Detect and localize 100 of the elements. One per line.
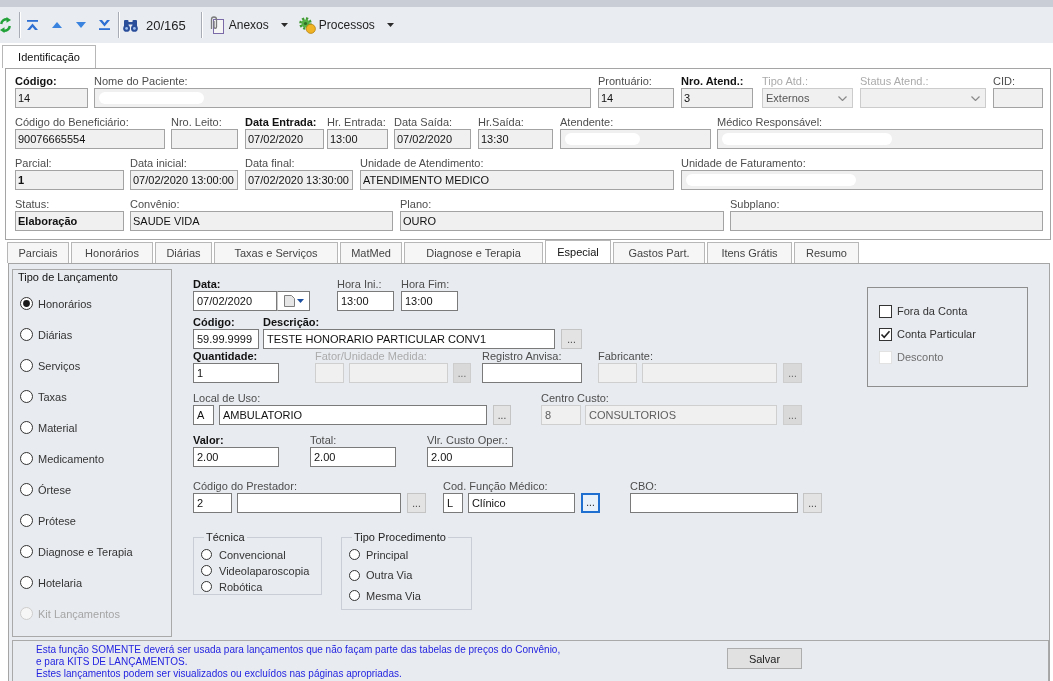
radio-label[interactable]: Convencional bbox=[219, 548, 286, 561]
text-field[interactable]: 13:00 bbox=[337, 291, 394, 311]
tab[interactable]: Itens Grátis bbox=[707, 242, 792, 263]
radio-button[interactable] bbox=[20, 328, 33, 341]
text-field[interactable]: 13:00 bbox=[401, 291, 458, 311]
tab[interactable]: Honorários bbox=[71, 242, 153, 263]
text-field[interactable]: 2.00 bbox=[310, 447, 396, 467]
bar-triangle-up-icon[interactable] bbox=[27, 20, 38, 30]
radio-button[interactable] bbox=[201, 565, 212, 576]
text-field[interactable]: 59.99.9999 bbox=[193, 329, 259, 349]
text-field[interactable] bbox=[717, 129, 1043, 149]
lookup-button[interactable]: ... bbox=[783, 405, 802, 425]
text-field[interactable]: 13:30 bbox=[478, 129, 553, 149]
text-field[interactable]: SAUDE VIDA bbox=[130, 211, 393, 231]
radio-button[interactable] bbox=[20, 421, 33, 434]
text-field[interactable]: 8 bbox=[541, 405, 581, 425]
text-field[interactable]: Elaboração bbox=[15, 211, 124, 231]
checkbox[interactable] bbox=[879, 304, 892, 318]
tab[interactable]: Gastos Part. bbox=[613, 242, 705, 263]
tab[interactable]: Identificação bbox=[2, 45, 96, 68]
tab[interactable]: Diagnose e Terapia bbox=[404, 242, 543, 263]
checkbox-label[interactable]: Conta Particular bbox=[897, 328, 976, 340]
triangle-down-icon[interactable] bbox=[76, 22, 86, 28]
lookup-button[interactable]: ... bbox=[581, 493, 600, 513]
radio-label[interactable]: Honorários bbox=[38, 297, 92, 310]
checkbox-label[interactable]: Fora da Conta bbox=[897, 305, 968, 317]
text-field[interactable]: 1 bbox=[15, 170, 124, 190]
text-field[interactable]: CONSULTORIOS bbox=[585, 405, 777, 425]
radio-button[interactable] bbox=[201, 549, 212, 560]
radio-label[interactable]: Serviços bbox=[38, 359, 81, 372]
radio-label[interactable]: Órtese bbox=[38, 483, 71, 496]
refresh-icon[interactable] bbox=[0, 17, 11, 33]
date-picker-button[interactable] bbox=[277, 291, 310, 311]
text-field[interactable]: 3 bbox=[681, 88, 753, 108]
radio-button[interactable] bbox=[349, 590, 360, 601]
radio-button[interactable] bbox=[20, 545, 33, 558]
triangle-up-icon[interactable] bbox=[52, 22, 62, 28]
save-button[interactable]: Salvar bbox=[727, 648, 802, 669]
text-field[interactable]: 07/02/2020 13:30:00 bbox=[245, 170, 353, 190]
radio-label[interactable]: Videolaparoscopia bbox=[219, 564, 310, 577]
radio-button[interactable] bbox=[20, 390, 33, 403]
binoculars-icon[interactable] bbox=[123, 18, 138, 32]
text-field[interactable]: ATENDIMENTO MEDICO bbox=[360, 170, 674, 190]
radio-button[interactable] bbox=[201, 581, 212, 592]
text-field[interactable]: TESTE HONORARIO PARTICULAR CONV1 bbox=[263, 329, 555, 349]
text-field[interactable]: L bbox=[443, 493, 463, 513]
radio-button[interactable] bbox=[349, 569, 360, 581]
radio-button[interactable] bbox=[20, 359, 33, 372]
text-field[interactable]: 07/02/2020 bbox=[193, 291, 277, 311]
text-field[interactable]: OURO bbox=[400, 211, 724, 231]
text-field[interactable]: 07/02/2020 bbox=[245, 129, 324, 149]
radio-button[interactable] bbox=[20, 514, 33, 527]
tab[interactable]: Resumo bbox=[794, 242, 859, 263]
text-field[interactable]: Clínico bbox=[468, 493, 575, 513]
text-field[interactable]: 90076665554 bbox=[15, 129, 165, 149]
radio-button[interactable] bbox=[20, 576, 33, 589]
text-field[interactable] bbox=[560, 129, 711, 149]
radio-button[interactable] bbox=[20, 483, 33, 496]
text-field[interactable] bbox=[171, 129, 238, 149]
menu-button[interactable]: Processos bbox=[298, 13, 394, 37]
checkbox[interactable] bbox=[879, 327, 892, 341]
tab[interactable]: Diárias bbox=[155, 242, 212, 263]
lookup-button[interactable]: ... bbox=[407, 493, 426, 513]
radio-label[interactable]: Diagnose e Terapia bbox=[38, 545, 133, 558]
radio-label[interactable]: Principal bbox=[366, 548, 409, 561]
text-field[interactable]: 2.00 bbox=[427, 447, 513, 467]
radio-label[interactable]: Robótica bbox=[219, 580, 263, 593]
radio-label[interactable]: Diárias bbox=[38, 328, 73, 341]
text-field[interactable]: 1 bbox=[193, 363, 279, 383]
radio-button[interactable] bbox=[20, 297, 33, 310]
radio-label[interactable]: Hotelaria bbox=[38, 576, 83, 589]
text-field[interactable] bbox=[730, 211, 1043, 231]
text-field[interactable]: 07/02/2020 bbox=[394, 129, 471, 149]
tab[interactable]: Especial bbox=[545, 240, 611, 263]
text-field[interactable]: AMBULATORIO bbox=[219, 405, 487, 425]
triangle-down-bar-icon[interactable] bbox=[99, 20, 110, 30]
radio-label[interactable]: Medicamento bbox=[38, 452, 105, 465]
text-field[interactable] bbox=[630, 493, 798, 513]
text-field[interactable]: 14 bbox=[598, 88, 674, 108]
tab[interactable]: Taxas e Serviços bbox=[214, 242, 338, 263]
lookup-button[interactable]: ... bbox=[783, 363, 802, 383]
text-field[interactable] bbox=[237, 493, 401, 513]
radio-label[interactable]: Mesma Via bbox=[366, 589, 421, 602]
radio-button[interactable] bbox=[349, 549, 360, 560]
tab[interactable]: Parciais bbox=[7, 242, 69, 263]
radio-label[interactable]: Outra Via bbox=[366, 569, 413, 581]
text-field[interactable]: 2.00 bbox=[193, 447, 279, 467]
text-field[interactable]: 13:00 bbox=[327, 129, 388, 149]
tab[interactable]: MatMed bbox=[340, 242, 402, 263]
radio-label[interactable]: Taxas bbox=[38, 390, 67, 403]
radio-label[interactable]: Prótese bbox=[38, 514, 76, 527]
text-field[interactable]: 14 bbox=[15, 88, 88, 108]
text-field[interactable]: 2 bbox=[193, 493, 232, 513]
lookup-button[interactable]: ... bbox=[561, 329, 582, 349]
text-field[interactable] bbox=[94, 88, 591, 108]
menu-button[interactable]: Anexos bbox=[207, 13, 288, 37]
text-field[interactable]: A bbox=[193, 405, 214, 425]
text-field[interactable] bbox=[482, 363, 582, 383]
text-field[interactable]: 07/02/2020 13:00:00 bbox=[130, 170, 238, 190]
lookup-button[interactable]: ... bbox=[803, 493, 822, 513]
